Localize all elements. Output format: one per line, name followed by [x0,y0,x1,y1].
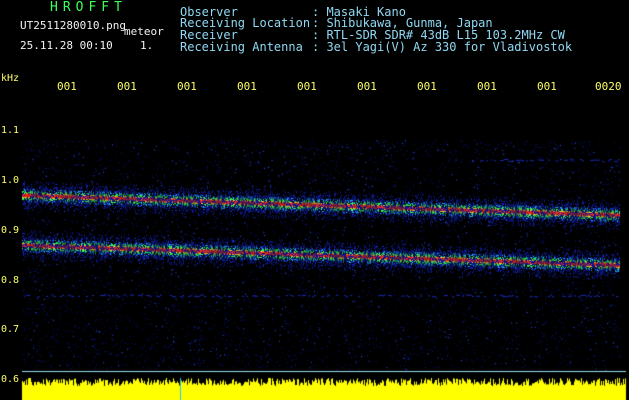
spectrogram-canvas [0,0,629,400]
x-tick-label: 001 [57,80,77,93]
image-filename: UT2511280010.png [20,19,126,32]
timestamp: 25.11.28 00:10 [20,39,113,52]
x-tick-label: 001 [177,80,197,93]
meteor-label: meteor [124,25,164,38]
y-tick-label: 0.7 [1,324,20,335]
page-index: 1. [140,39,154,52]
y-tick-label: 0.9 [1,225,20,236]
antenna-key: Receiving Antenna [180,40,303,54]
y-axis-unit: kHz [1,73,20,84]
x-tick-label: 001 [477,80,497,93]
y-tick-label: 1.1 [1,125,20,136]
y-tick-label: 0.8 [1,275,20,286]
x-tick-label: 001 [237,80,257,93]
x-tick-label: 001 [357,80,377,93]
x-tick-label: 001 [417,80,437,93]
y-tick-label: 0.6 [1,374,20,385]
x-tick-label: 001 [297,80,317,93]
x-tick-label: 001 [537,80,557,93]
antenna-value: : 3el Yagi(V) Az 330 for Vladivostok [312,40,573,54]
y-tick-label: 1.0 [1,175,20,186]
x-tick-label: 0020 [595,80,622,93]
x-tick-label: 001 [117,80,137,93]
hrofft-logo: HROFFT [50,0,127,15]
